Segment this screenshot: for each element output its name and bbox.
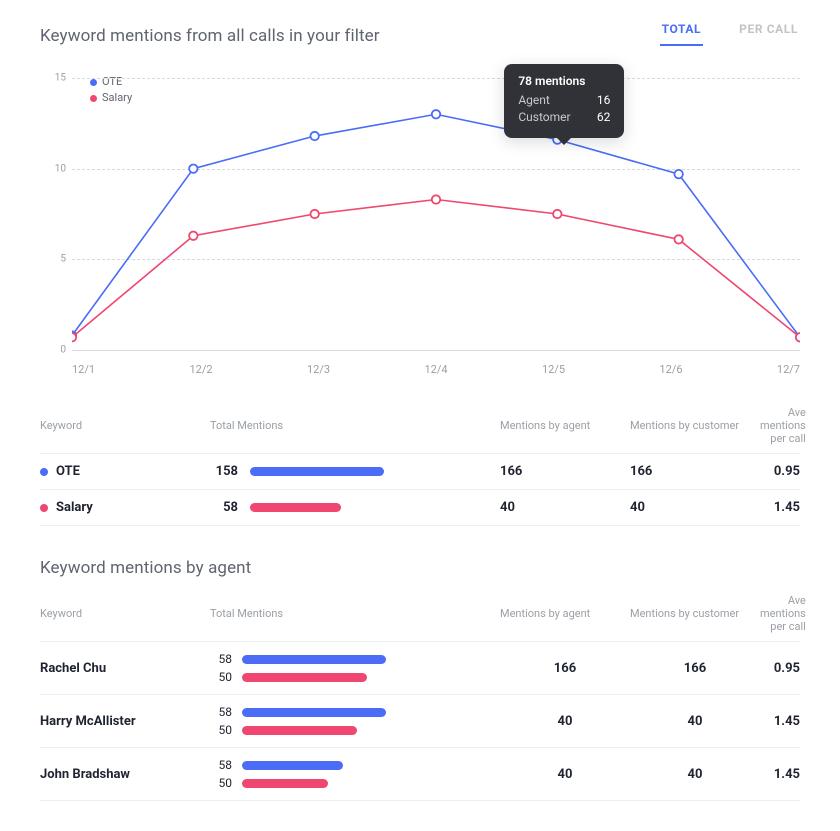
agent-avg: 1.45	[760, 767, 800, 782]
agent-section-title: Keyword mentions by agent	[40, 558, 800, 578]
agent-name: Harry McAllister	[40, 714, 136, 729]
chart-point[interactable]	[189, 232, 197, 240]
table-row: OTE1581661660.95	[40, 454, 800, 490]
avg-mentions: 0.95	[760, 464, 800, 479]
agent-blue-bar	[242, 708, 386, 717]
x-tick-label: 12/4	[424, 363, 447, 376]
chart-point[interactable]	[674, 235, 682, 243]
chart-point[interactable]	[310, 210, 318, 218]
col-total-mentions: Total Mentions	[210, 419, 500, 432]
chart-point[interactable]	[72, 333, 76, 341]
page-title: Keyword mentions from all calls in your …	[40, 26, 380, 46]
view-tabs: TOTAL PER CALL	[660, 22, 800, 46]
agent-pink-value: 50	[210, 776, 232, 790]
y-tick-label: 5	[44, 254, 66, 265]
agent-by-agent: 40	[500, 767, 630, 782]
chart-tooltip: 78 mentions Agent 16 Customer 62	[504, 64, 624, 138]
y-tick-label: 15	[44, 73, 66, 84]
keyword-name: OTE	[56, 464, 80, 479]
chart-point[interactable]	[310, 132, 318, 140]
agent-by-customer: 166	[630, 661, 760, 676]
mentions-by-agent: 166	[500, 464, 630, 479]
tab-per-call[interactable]: PER CALL	[737, 22, 800, 46]
agent-blue-value: 58	[210, 705, 232, 719]
chart-point[interactable]	[432, 110, 440, 118]
chart-point[interactable]	[796, 333, 800, 341]
agent-pink-bar	[242, 673, 367, 682]
keyword-table: Keyword Total Mentions Mentions by agent…	[40, 398, 800, 526]
x-tick-label: 12/7	[777, 363, 800, 376]
y-tick-label: 0	[44, 345, 66, 356]
col-keyword: Keyword	[40, 607, 210, 620]
agent-blue-value: 58	[210, 758, 232, 772]
tooltip-agent-value: 16	[597, 92, 611, 109]
tooltip-agent-label: Agent	[518, 92, 549, 109]
chart-point[interactable]	[432, 195, 440, 203]
total-value: 158	[210, 464, 238, 479]
agent-by-customer: 40	[630, 767, 760, 782]
mentions-by-customer: 166	[630, 464, 760, 479]
col-by-customer: Mentions by customer	[630, 419, 760, 432]
agent-by-agent: 40	[500, 714, 630, 729]
chart-point[interactable]	[189, 164, 197, 172]
col-by-customer: Mentions by customer	[630, 607, 760, 620]
tooltip-heading: 78 mentions	[518, 74, 610, 88]
chart-line-ote	[72, 114, 800, 337]
table-row: Rachel Chu58501661660.95	[40, 642, 800, 695]
table-row: Salary5840401.45	[40, 490, 800, 526]
total-bar	[250, 467, 384, 476]
agent-by-agent: 166	[500, 661, 630, 676]
chart-line-salary	[72, 199, 800, 337]
mentions-by-customer: 40	[630, 500, 760, 515]
agent-blue-bar	[242, 761, 343, 770]
x-tick-label: 12/5	[542, 363, 565, 376]
y-tick-label: 10	[44, 163, 66, 174]
agent-pink-value: 50	[210, 670, 232, 684]
col-total-mentions: Total Mentions	[210, 607, 500, 620]
col-by-agent: Mentions by agent	[500, 607, 630, 620]
x-tick-label: 12/6	[659, 363, 682, 376]
tab-total[interactable]: TOTAL	[660, 22, 704, 46]
total-value: 58	[210, 500, 238, 515]
chart-point[interactable]	[674, 170, 682, 178]
agent-pink-value: 50	[210, 723, 232, 737]
x-tick-label: 12/3	[307, 363, 330, 376]
agent-avg: 0.95	[760, 661, 800, 676]
col-avg: Ave mentions per call	[760, 406, 806, 445]
mentions-chart: OTE Salary 051015 12/112/212/312/412/512…	[40, 70, 800, 390]
tooltip-customer-label: Customer	[518, 109, 570, 126]
x-tick-label: 12/2	[189, 363, 212, 376]
tooltip-customer-value: 62	[597, 109, 611, 126]
agent-pink-bar	[242, 779, 328, 788]
col-avg: Ave mentions per call	[760, 594, 806, 633]
agent-name: John Bradshaw	[40, 767, 130, 782]
agent-name: Rachel Chu	[40, 661, 106, 676]
table-row: Harry McAllister585040401.45	[40, 695, 800, 748]
mentions-by-agent: 40	[500, 500, 630, 515]
agent-pink-bar	[242, 726, 357, 735]
table-row: John Bradshaw585040401.45	[40, 748, 800, 801]
avg-mentions: 1.45	[760, 500, 800, 515]
agent-blue-bar	[242, 655, 386, 664]
col-keyword: Keyword	[40, 419, 210, 432]
x-tick-label: 12/1	[72, 363, 95, 376]
agent-blue-value: 58	[210, 652, 232, 666]
keyword-dot-icon	[40, 504, 48, 512]
keyword-dot-icon	[40, 468, 48, 476]
total-bar	[250, 503, 341, 512]
agent-avg: 1.45	[760, 714, 800, 729]
agent-by-customer: 40	[630, 714, 760, 729]
agent-table: Keyword Total Mentions Mentions by agent…	[40, 586, 800, 801]
col-by-agent: Mentions by agent	[500, 419, 630, 432]
keyword-name: Salary	[56, 500, 93, 515]
chart-point[interactable]	[553, 210, 561, 218]
